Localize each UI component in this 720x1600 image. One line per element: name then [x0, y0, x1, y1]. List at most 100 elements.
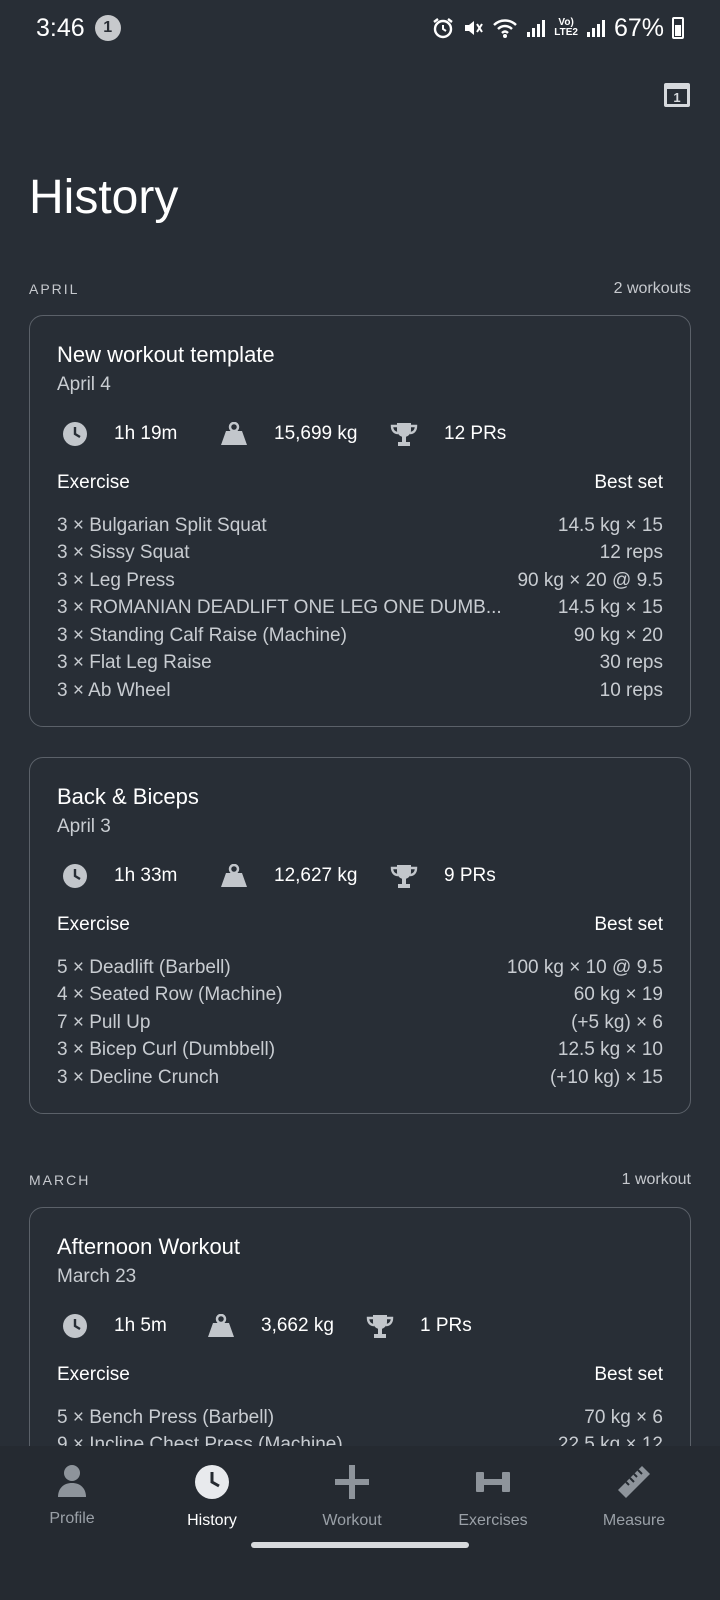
prs-stat: 12 PRs	[385, 420, 506, 448]
home-indicator[interactable]	[251, 1542, 469, 1548]
exercise-row: 7 × Pull Up (+5 kg) × 6	[57, 1009, 663, 1037]
status-bar: 3:46 1 Vo) LTE2 67%	[0, 0, 720, 56]
alarm-icon	[433, 18, 453, 39]
exercise-best-set: (+10 kg) × 15	[549, 1066, 663, 1088]
section-header-march: MARCH 1 workout	[29, 1171, 691, 1189]
exercise-name: 5 × Bench Press (Barbell)	[57, 1406, 275, 1428]
exercise-name: 3 × Decline Crunch	[57, 1066, 220, 1088]
clock-icon	[195, 1465, 229, 1499]
volume-stat: 15,699 kg	[215, 422, 385, 446]
workout-date: April 3	[57, 816, 111, 837]
exercise-name: 3 × Ab Wheel	[57, 679, 171, 701]
exercise-name: 7 × Pull Up	[57, 1011, 151, 1033]
status-time: 3:46	[36, 13, 85, 42]
volume-value: 12,627 kg	[274, 865, 358, 886]
signal-icon-2	[586, 20, 605, 37]
exercise-name: 3 × Bicep Curl (Dumbbell)	[57, 1039, 276, 1061]
workout-title: Back & Biceps	[57, 784, 199, 809]
workout-card[interactable]: Back & Biceps April 3 1h 33m 12,627 kg 9…	[29, 757, 691, 1114]
ruler-icon	[618, 1466, 650, 1498]
calendar-icon[interactable]: 1	[663, 80, 691, 108]
exercise-best-set: 90 kg × 20	[573, 624, 663, 646]
workout-stats: 1h 33m 12,627 kg 9 PRs	[57, 858, 663, 894]
plus-icon	[335, 1465, 369, 1499]
duration-value: 1h 33m	[114, 865, 178, 886]
workout-date: March 23	[57, 1266, 137, 1287]
workout-date: April 4	[57, 374, 111, 395]
exercise-name: 3 × Bulgarian Split Squat	[57, 514, 267, 536]
nav-item-profile[interactable]: Profile	[0, 1464, 144, 1528]
duration-value: 1h 19m	[114, 423, 178, 444]
nav-label: Exercises	[458, 1512, 528, 1529]
exercise-list: 3 × Bulgarian Split Squat 14.5 kg × 15 3 …	[57, 512, 663, 705]
exercise-name: 3 × Standing Calf Raise (Machine)	[57, 624, 347, 646]
nav-item-measure[interactable]: Measure	[562, 1464, 706, 1530]
prs-stat: 9 PRs	[385, 862, 496, 890]
mute-icon	[465, 21, 484, 35]
wifi-icon	[493, 19, 518, 38]
volume-value: 15,699 kg	[274, 423, 358, 444]
prs-value: 12 PRs	[444, 423, 507, 444]
exercise-row: 3 × Leg Press 90 kg × 20 @ 9.5	[57, 567, 663, 595]
weight-icon	[221, 422, 247, 445]
exercise-header: Exercise	[57, 472, 130, 493]
clock-icon	[63, 864, 87, 888]
exercise-name: 3 × Leg Press	[57, 569, 175, 591]
exercise-name: 4 × Seated Row (Machine)	[57, 984, 283, 1006]
signal-icon-1	[527, 20, 546, 37]
exercise-best-set: 70 kg × 6	[584, 1406, 663, 1428]
duration-value: 1h 5m	[114, 1315, 167, 1336]
duration-stat: 1h 33m	[57, 863, 215, 889]
workout-title: Afternoon Workout	[57, 1234, 241, 1259]
exercise-row: 4 × Seated Row (Machine) 60 kg × 19	[57, 982, 663, 1010]
dumbbell-icon	[476, 1472, 510, 1492]
page-title: History	[29, 171, 179, 224]
exercise-best-set: 14.5 kg × 15	[557, 514, 663, 536]
volume-value: 3,662 kg	[261, 1315, 334, 1336]
exercise-name: 3 × Flat Leg Raise	[57, 652, 212, 674]
section-header-april: APRIL 2 workouts	[29, 280, 691, 298]
exercise-best-set: 14.5 kg × 15	[557, 597, 663, 619]
exercise-name: 3 × ROMANIAN DEADLIFT ONE LEG ONE DUMB..…	[57, 597, 502, 619]
section-name: MARCH	[29, 1172, 91, 1188]
exercise-header: Exercise	[57, 914, 130, 935]
exercise-row: 3 × Sissy Squat 12 reps	[57, 540, 663, 568]
section-count: 1 workout	[621, 1171, 691, 1188]
nav-label: Workout	[322, 1512, 382, 1529]
nav-label: Measure	[602, 1512, 666, 1529]
section-count: 2 workouts	[613, 280, 691, 297]
exercise-best-set: 12.5 kg × 10	[557, 1039, 663, 1061]
notification-count-badge: 1	[94, 15, 121, 41]
best-set-header: Best set	[594, 472, 663, 493]
lte-indicator: Vo) LTE2	[554, 18, 578, 38]
exercise-best-set: 30 reps	[599, 652, 663, 674]
workout-card[interactable]: New workout template April 4 1h 19m 15,6…	[29, 315, 691, 727]
battery-icon	[672, 17, 684, 39]
exercise-row: 3 × Standing Calf Raise (Machine) 90 kg ×…	[57, 622, 663, 650]
exercise-row: 3 × Flat Leg Raise 30 reps	[57, 650, 663, 678]
nav-item-workout[interactable]: Workout	[280, 1464, 424, 1530]
exercise-row: 5 × Deadlift (Barbell) 100 kg × 10 @ 9.5	[57, 954, 663, 982]
lte-bottom-label: LTE2	[554, 27, 578, 38]
nav-item-history[interactable]: History	[140, 1464, 284, 1530]
nav-label: Profile	[49, 1510, 95, 1527]
exercise-table-header: Exercise Best set	[57, 1364, 663, 1392]
clock-icon	[63, 1314, 87, 1338]
exercise-best-set: 12 reps	[599, 542, 663, 564]
exercise-name: 5 × Deadlift (Barbell)	[57, 956, 231, 978]
nav-item-exercises[interactable]: Exercises	[421, 1464, 565, 1530]
exercise-row: 5 × Bench Press (Barbell) 70 kg × 6	[57, 1404, 663, 1432]
workout-stats: 1h 5m 3,662 kg 1 PRs	[57, 1308, 663, 1344]
best-set-header: Best set	[594, 1364, 663, 1385]
volume-stat: 3,662 kg	[202, 1314, 361, 1338]
exercise-best-set: 100 kg × 10 @ 9.5	[506, 956, 663, 978]
prs-value: 9 PRs	[444, 865, 496, 886]
exercise-name: 3 × Sissy Squat	[57, 542, 190, 564]
battery-percent: 67%	[613, 13, 664, 42]
volume-stat: 12,627 kg	[215, 864, 385, 888]
exercise-best-set: 90 kg × 20 @ 9.5	[517, 569, 663, 591]
exercise-table-header: Exercise Best set	[57, 472, 663, 500]
exercise-row: 3 × ROMANIAN DEADLIFT ONE LEG ONE DUMB..…	[57, 595, 663, 623]
bottom-nav: Profile History Workout Exercises Measur…	[0, 1446, 720, 1600]
exercise-row: 3 × Ab Wheel 10 reps	[57, 677, 663, 705]
